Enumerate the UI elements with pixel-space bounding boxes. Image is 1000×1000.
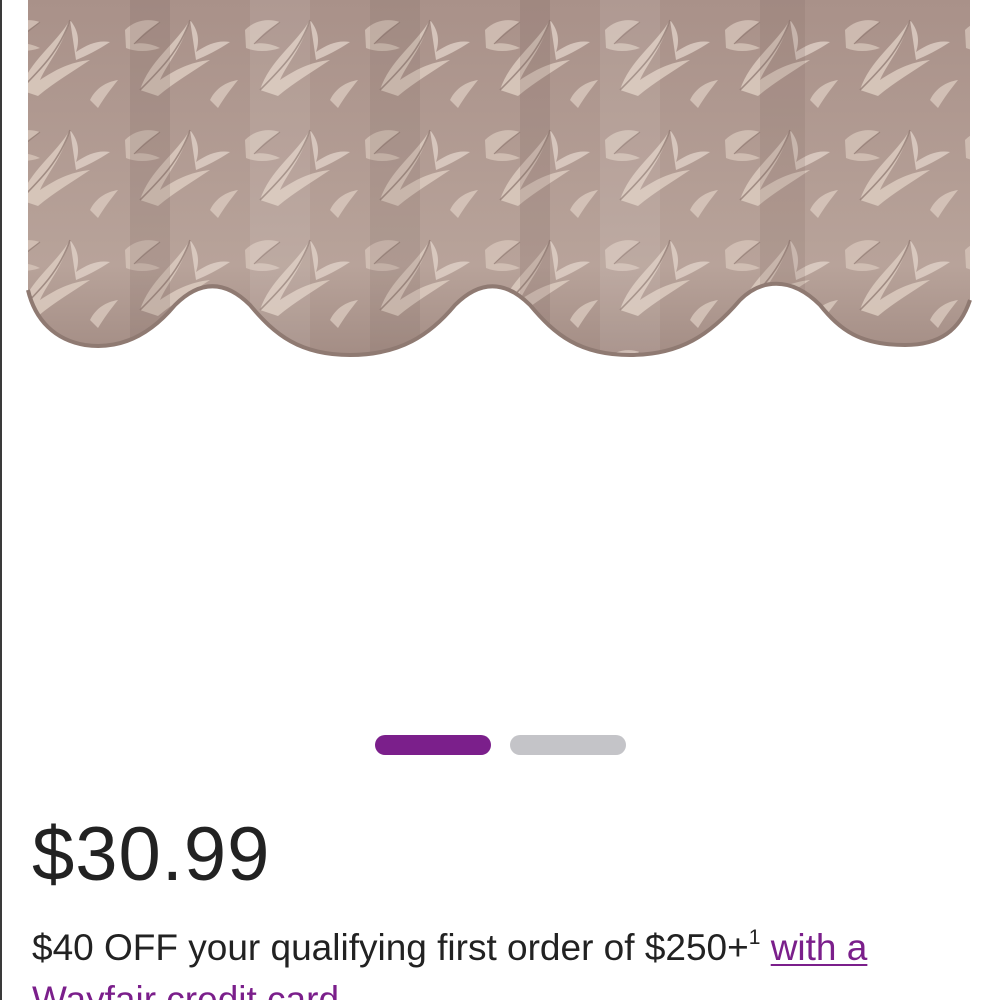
product-image[interactable] xyxy=(0,0,1000,720)
promo-text: $40 OFF your qualifying first order of $… xyxy=(32,927,749,968)
carousel-dot-2[interactable] xyxy=(510,735,626,755)
product-detail-page: $30.99 $40 OFF your qualifying first ord… xyxy=(0,0,1000,1000)
viewport-edge xyxy=(0,0,2,1000)
promo-footnote: 1 xyxy=(748,926,761,949)
carousel-dot-1[interactable] xyxy=(375,735,491,755)
carousel-indicators xyxy=(375,735,626,755)
promo-banner: $40 OFF your qualifying first order of $… xyxy=(32,922,992,1000)
valance-image xyxy=(0,0,1000,720)
product-price: $30.99 xyxy=(32,812,271,897)
